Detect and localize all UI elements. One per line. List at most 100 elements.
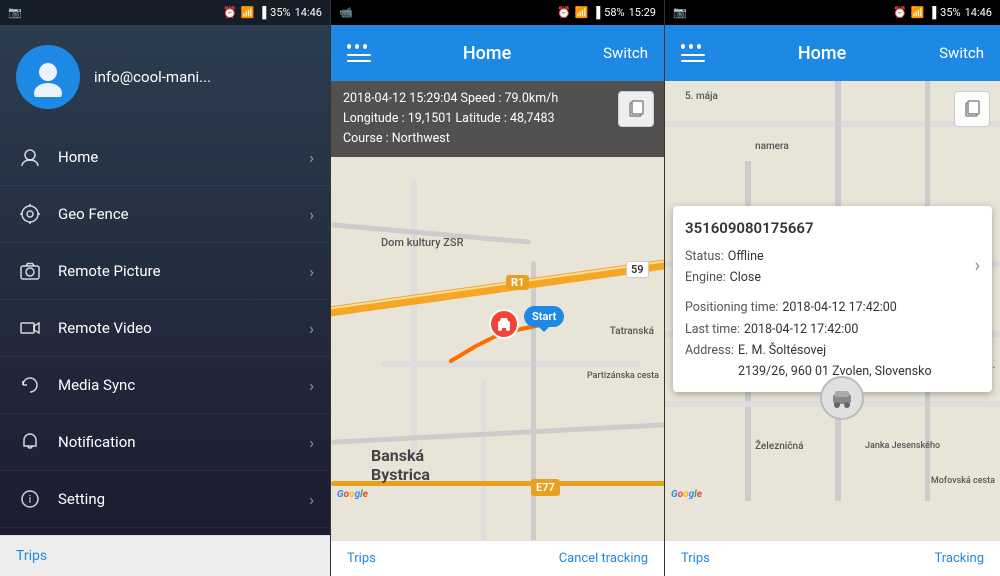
avatar-icon — [28, 57, 68, 97]
geo-fence-arrow: › — [309, 205, 314, 224]
copy-icon-p3 — [962, 99, 982, 119]
car-marker-p2 — [489, 309, 519, 339]
app-bar-title-p2: Home — [371, 43, 603, 64]
h-bar3 — [681, 54, 705, 56]
road-h2 — [381, 361, 641, 367]
camera-status-icon: 📷 — [8, 6, 22, 19]
trips-label-p1: Trips — [16, 548, 47, 564]
hamburger-menu-panel2[interactable] — [347, 44, 371, 62]
device-id: 351609080175667 — [685, 216, 980, 242]
notification-icon — [16, 428, 44, 456]
setting-arrow: › — [309, 490, 314, 509]
info-line2: Longitude : 19,1501 Latitude : 48,7483 — [343, 109, 652, 129]
app-bar-title-p3: Home — [705, 43, 939, 64]
google-logo-p3: Google — [671, 489, 702, 500]
h-bar2 — [347, 60, 371, 62]
home-arrow: › — [309, 148, 314, 167]
alarm-icon2: ⏰ — [557, 6, 571, 19]
sidebar-item-setting[interactable]: i Setting › — [0, 471, 330, 528]
status-bar3-right: ⏰ 📶 ▐ 35% 14:46 — [893, 6, 992, 19]
camera-status3: 📷 — [673, 6, 687, 19]
label-zeleznicna: Železničná — [755, 441, 804, 452]
sidebar-item-home[interactable]: Home › — [0, 129, 330, 186]
badge-e77: E77 — [531, 479, 560, 496]
car-icon-p2 — [496, 316, 512, 332]
setting-label: Setting — [58, 490, 309, 508]
tracking-link[interactable]: Tracking — [934, 551, 984, 566]
sidebar-item-notification[interactable]: Notification › — [0, 414, 330, 471]
trips-link-panel1[interactable]: Trips — [0, 535, 330, 576]
hamburger-line3 — [347, 60, 371, 62]
last-time-label: Last time: — [685, 319, 740, 340]
badge-r1: R1 — [506, 275, 529, 290]
sidebar-panel: 📷 ⏰ 📶 ▐ 35% 14:46 info@cool-mani... — [0, 0, 330, 576]
switch-button-p2[interactable]: Switch — [603, 44, 648, 62]
signal-icon2: ▐ — [592, 6, 600, 19]
label-mofovska: Mofovská cesta — [931, 476, 995, 486]
label-dom-kultury: Dom kultury ZSR — [381, 236, 464, 249]
label-namera: namera — [755, 141, 789, 152]
wifi-icon3: 📶 — [911, 6, 925, 19]
signal-icon3: ▐ — [928, 6, 936, 19]
map-footer-p2: Trips Cancel tracking — [331, 540, 664, 576]
status-bar-panel3: 📷 ⏰ 📶 ▐ 35% 14:46 — [665, 0, 1000, 25]
media-sync-arrow: › — [309, 376, 314, 395]
avatar — [16, 45, 80, 109]
device-address-row: Address: E. M. Šoltésovej 2139/26, 960 0… — [685, 340, 980, 383]
car-location-icon — [829, 385, 855, 411]
status-bar-right: ⏰ 📶 ▐ 35% 14:46 — [223, 6, 322, 19]
h-dot4 — [681, 44, 685, 49]
trips-link-p2[interactable]: Trips — [347, 551, 376, 566]
camera-icon — [16, 257, 44, 285]
status-label: Status: — [685, 246, 724, 267]
battery-level3: 35% — [940, 6, 960, 19]
svg-text:i: i — [29, 493, 32, 506]
copy-button-p2[interactable] — [618, 91, 654, 127]
geo-fence-icon — [16, 200, 44, 228]
video-status-icon: 📹 — [339, 6, 353, 19]
address-label: Address: — [685, 340, 734, 383]
h-bar4 — [681, 60, 705, 62]
switch-button-p3[interactable]: Switch — [939, 44, 984, 62]
sidebar-item-geo-fence[interactable]: Geo Fence › — [0, 186, 330, 243]
video-icon — [16, 314, 44, 342]
road-v2 — [481, 381, 486, 540]
sidebar-item-media-sync[interactable]: Media Sync › — [0, 357, 330, 414]
time-display3: 14:46 — [965, 6, 992, 19]
google-logo-p2: Google — [337, 489, 368, 500]
h-dot1 — [347, 44, 351, 49]
remote-picture-label: Remote Picture — [58, 262, 309, 280]
sidebar-item-remote-picture[interactable]: Remote Picture › — [0, 243, 330, 300]
info-line1: 2018-04-12 15:29:04 Speed : 79.0km/h — [343, 89, 652, 109]
battery-level: 35% — [270, 6, 290, 19]
device-positioning-row: Positioning time: 2018-04-12 17:42:00 — [685, 297, 980, 318]
wifi-icon2: 📶 — [575, 6, 589, 19]
status-bar-panel2: 📹 ⏰ 📶 ▐ 58% 15:29 — [331, 0, 664, 25]
map-footer-p3: Trips Tracking — [665, 540, 1000, 576]
h-bar1 — [347, 54, 371, 56]
cancel-tracking-link[interactable]: Cancel tracking — [559, 551, 648, 566]
start-marker[interactable]: Start — [524, 306, 564, 327]
profile-section[interactable]: info@cool-mani... — [0, 25, 330, 129]
h-dot5 — [689, 44, 693, 49]
hamburger-line6 — [681, 60, 705, 62]
engine-arrow[interactable]: › — [975, 251, 980, 282]
battery-level2: 58% — [604, 6, 624, 19]
copy-button-p3[interactable] — [954, 91, 990, 127]
setting-icon: i — [16, 485, 44, 513]
notification-label: Notification — [58, 433, 309, 451]
h-dot3 — [363, 44, 367, 49]
sidebar-item-remote-video[interactable]: Remote Video › — [0, 300, 330, 357]
status-bar-panel1: 📷 ⏰ 📶 ▐ 35% 14:46 — [0, 0, 330, 25]
copy-icon — [626, 99, 646, 119]
status-value: Offline — [728, 246, 764, 267]
map-area-p3[interactable]: 5. mája namera Antona B... Železničná Ja… — [665, 81, 1000, 540]
engine-label: Engine: — [685, 267, 726, 298]
trips-link-p3[interactable]: Trips — [681, 551, 710, 566]
positioning-time-value: 2018-04-12 17:42:00 — [782, 297, 896, 318]
remote-video-label: Remote Video — [58, 319, 309, 337]
last-time-value: 2018-04-12 17:42:00 — [744, 319, 858, 340]
app-bar-panel3: Home Switch — [665, 25, 1000, 81]
road-p3-h1 — [665, 121, 1000, 127]
hamburger-menu-panel3[interactable] — [681, 44, 705, 62]
